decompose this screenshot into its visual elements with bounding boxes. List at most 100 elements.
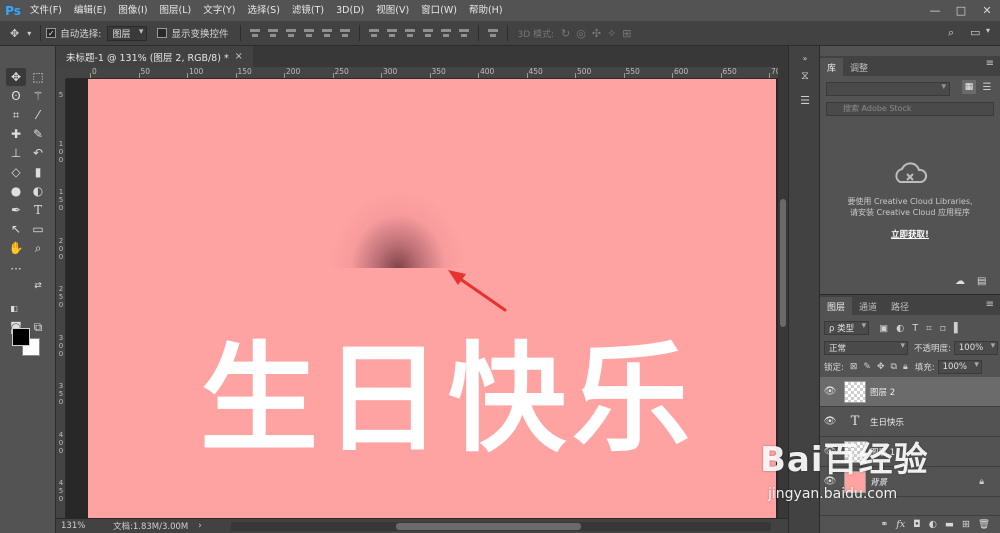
status-menu-arrow[interactable]: › — [198, 521, 201, 531]
menu-filter[interactable]: 滤镜(T) — [286, 0, 330, 21]
search-icon[interactable]: ⌕ — [948, 26, 954, 40]
delete-layer-icon[interactable]: 🗑︎ — [978, 519, 990, 530]
menu-layer[interactable]: 图层(L) — [154, 0, 198, 21]
list-view-icon[interactable]: ☰ — [980, 80, 994, 94]
align-left-icon[interactable] — [303, 27, 315, 39]
foreground-color-swatch[interactable] — [12, 328, 30, 346]
horizontal-scrollbar[interactable] — [231, 522, 771, 531]
marquee-tool-icon[interactable]: ⬚ — [28, 68, 48, 86]
zoom-tool-icon[interactable]: ⌕ — [28, 239, 48, 257]
menu-type[interactable]: 文字(Y) — [197, 0, 241, 21]
lasso-tool-icon[interactable]: ʘ — [6, 87, 26, 105]
show-transform-checkbox[interactable] — [157, 28, 168, 38]
get-now-link[interactable]: 立即获取! — [820, 228, 1000, 240]
menu-select[interactable]: 选择(S) — [241, 0, 285, 21]
gradient-tool-icon[interactable]: ▮ — [28, 163, 48, 181]
tool-preset-chevron-icon[interactable]: ▾ — [27, 29, 31, 38]
lock-all-icon[interactable]: 🔒︎ — [903, 362, 908, 372]
menu-file[interactable]: 文件(F) — [24, 0, 68, 21]
layer-filter-dropdown[interactable]: ρ 类型 — [824, 321, 870, 335]
3d-roll-icon[interactable]: ◎ — [576, 27, 586, 40]
move-tool-icon[interactable]: ✥ — [6, 68, 26, 86]
layer-name[interactable]: 生日快乐 — [870, 416, 904, 428]
auto-align-icon[interactable] — [487, 27, 499, 39]
menu-view[interactable]: 视图(V) — [370, 0, 415, 21]
eyedropper-tool-icon[interactable]: ⁄ — [28, 106, 48, 124]
workspace-icon[interactable]: ▭ — [970, 26, 980, 39]
filter-toggle-icon[interactable]: ▌ — [954, 323, 961, 334]
library-dropdown[interactable] — [826, 82, 950, 96]
filter-smart-object-icon[interactable]: ▫ — [940, 323, 946, 334]
dodge-tool-icon[interactable]: ◐ — [28, 182, 48, 200]
menu-window[interactable]: 窗口(W) — [415, 0, 463, 21]
3d-slide-icon[interactable]: ✧ — [607, 27, 616, 40]
magic-wand-tool-icon[interactable]: ⚚ — [28, 87, 48, 105]
layers-panel-menu-icon[interactable]: ≡ — [986, 299, 994, 310]
visibility-eye-icon[interactable]: 👁︎ — [820, 446, 840, 457]
lock-artboard-icon[interactable]: ⧉ — [891, 362, 897, 372]
tab-paths[interactable]: 路径 — [884, 297, 916, 315]
new-group-icon[interactable]: ▬ — [945, 519, 954, 530]
tab-library[interactable]: 库 — [820, 58, 844, 76]
filter-type-icon[interactable]: T — [912, 323, 918, 334]
menu-3d[interactable]: 3D(D) — [330, 0, 370, 21]
canvas[interactable]: 生日快乐 — [88, 79, 776, 518]
close-tab-icon[interactable]: × — [235, 51, 243, 62]
collapse-panels-icon[interactable]: » — [797, 50, 813, 66]
menu-image[interactable]: 图像(I) — [112, 0, 153, 21]
vertical-scroll-thumb[interactable] — [780, 199, 786, 327]
ruler-origin[interactable] — [56, 67, 66, 79]
maximize-button[interactable]: □ — [948, 0, 974, 21]
clone-stamp-tool-icon[interactable]: ⊥ — [6, 144, 26, 162]
layer-name[interactable]: 图层 1 — [870, 446, 895, 458]
layer-row[interactable]: 👁︎ 图层 2 — [820, 377, 1000, 407]
link-layers-icon[interactable]: ⚭ — [880, 519, 888, 530]
visibility-eye-icon[interactable]: 👁︎ — [820, 416, 840, 427]
crop-tool-icon[interactable]: ⌗ — [6, 106, 26, 124]
distribute-left-icon[interactable] — [422, 27, 434, 39]
screen-mode-icon[interactable]: ⧉ — [28, 318, 48, 336]
document-tab[interactable]: 未标题-1 @ 131% (图层 2, RGB/8) * × — [56, 46, 253, 67]
tab-adjustments[interactable]: 调整 — [843, 58, 875, 76]
pasteboard[interactable]: 生日快乐 — [66, 79, 778, 518]
history-brush-tool-icon[interactable]: ↶ — [28, 144, 48, 162]
distribute-top-icon[interactable] — [368, 27, 380, 39]
blend-mode-dropdown[interactable]: 正常 — [824, 341, 908, 355]
distribute-bottom-icon[interactable] — [404, 27, 416, 39]
distribute-right-icon[interactable] — [458, 27, 470, 39]
distribute-vcenter-icon[interactable] — [386, 27, 398, 39]
align-bottom-icon[interactable] — [285, 27, 297, 39]
fill-input[interactable]: 100% — [937, 360, 982, 374]
minimize-button[interactable]: — — [922, 0, 948, 21]
layer-style-icon[interactable]: fx — [896, 519, 905, 530]
tab-layers[interactable]: 图层 — [820, 297, 853, 315]
layer-name[interactable]: 图层 2 — [870, 386, 895, 398]
visibility-eye-icon[interactable]: 👁︎ — [820, 476, 840, 487]
path-selection-tool-icon[interactable]: ↖ — [6, 220, 26, 238]
type-tool-icon[interactable]: T — [28, 201, 48, 219]
menu-help[interactable]: 帮助(H) — [463, 0, 509, 21]
grid-view-icon[interactable]: ▦ — [962, 80, 976, 94]
library-delete-icon[interactable]: ▤ — [977, 276, 986, 287]
pen-tool-icon[interactable]: ✒ — [6, 201, 26, 219]
lock-transparent-icon[interactable]: ⊠ — [850, 362, 858, 372]
blur-tool-icon[interactable]: ● — [6, 182, 26, 200]
layer-row[interactable]: 👁︎ T 生日快乐 — [820, 407, 1000, 437]
layer-row[interactable]: 👁︎ 图层 1 — [820, 437, 1000, 467]
close-button[interactable]: ✕ — [974, 0, 1000, 21]
hand-tool-icon[interactable]: ✋ — [6, 239, 26, 257]
auto-select-target-dropdown[interactable]: 图层 — [107, 25, 148, 41]
3d-pan-icon[interactable]: ✣ — [592, 27, 601, 40]
new-layer-icon[interactable]: ⊞ — [962, 519, 970, 530]
tab-channels[interactable]: 通道 — [852, 297, 884, 315]
filter-adjustment-icon[interactable]: ◐ — [896, 323, 904, 334]
background-lock-icon[interactable]: 🔒︎ — [979, 477, 984, 487]
cloud-sync-icon[interactable]: ☁ — [955, 276, 965, 287]
rectangle-tool-icon[interactable]: ▭ — [28, 220, 48, 238]
layer-name[interactable]: 背景 — [870, 476, 887, 488]
filter-pixel-icon[interactable]: ▣ — [879, 323, 888, 334]
more-tools-icon[interactable]: ··· — [6, 260, 26, 278]
align-vcenter-icon[interactable] — [267, 27, 279, 39]
vertical-scrollbar[interactable] — [778, 67, 788, 518]
opacity-input[interactable]: 100% — [953, 341, 999, 355]
